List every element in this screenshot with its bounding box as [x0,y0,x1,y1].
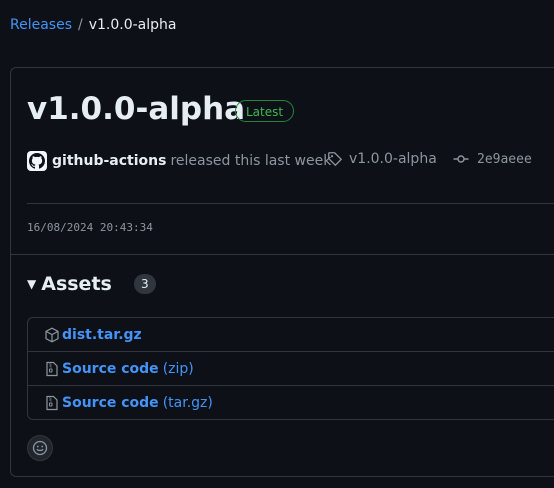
asset-suffix[interactable]: (zip) [163,361,194,377]
breadcrumb-separator: / [78,17,83,33]
assets-toggle[interactable]: ▼ Assets 3 [27,273,156,295]
breadcrumb: Releases / v1.0.0-alpha [10,15,177,35]
release-title[interactable]: v1.0.0-alpha [27,89,245,129]
tag-label: v1.0.0-alpha [349,151,437,167]
release-timestamp: 16/08/2024 20:43:34 [27,221,153,234]
asset-list: dist.tar.gz Source code (zip) Source cod… [27,317,554,420]
asset-row: Source code (tar.gz) [28,385,554,419]
commit-hash: 2e9aeee [477,151,532,167]
breadcrumb-releases-link[interactable]: Releases [10,17,72,33]
release-card: v1.0.0-alpha Latest github-actions relea… [10,67,554,477]
breadcrumb-current: v1.0.0-alpha [88,17,177,33]
release-meta: github-actions released this last week [27,150,331,172]
add-reaction-button[interactable] [27,435,53,461]
released-text: released this last week [170,153,332,169]
tag-icon [327,151,343,167]
package-icon [44,327,60,343]
commit-link[interactable]: 2e9aeee [453,151,532,167]
git-commit-icon [453,151,469,167]
assets-title: Assets [41,273,112,295]
asset-suffix[interactable]: (tar.gz) [163,395,213,411]
file-zip-icon [44,361,60,377]
asset-row: Source code (zip) [28,351,554,385]
asset-link[interactable]: dist.tar.gz [62,327,142,343]
tag-link[interactable]: v1.0.0-alpha [327,151,437,167]
file-zip-icon [44,395,60,411]
section-divider [11,254,554,255]
latest-badge: Latest [235,100,295,122]
asset-link[interactable]: Source code [62,395,159,411]
asset-row: dist.tar.gz [28,318,554,351]
assets-count-badge: 3 [133,274,156,294]
divider [27,203,554,204]
triangle-down-icon: ▼ [27,277,37,291]
smiley-icon [32,440,48,456]
asset-link[interactable]: Source code [62,361,159,377]
author-link[interactable]: github-actions [52,153,166,169]
github-mark-icon[interactable] [27,151,47,171]
